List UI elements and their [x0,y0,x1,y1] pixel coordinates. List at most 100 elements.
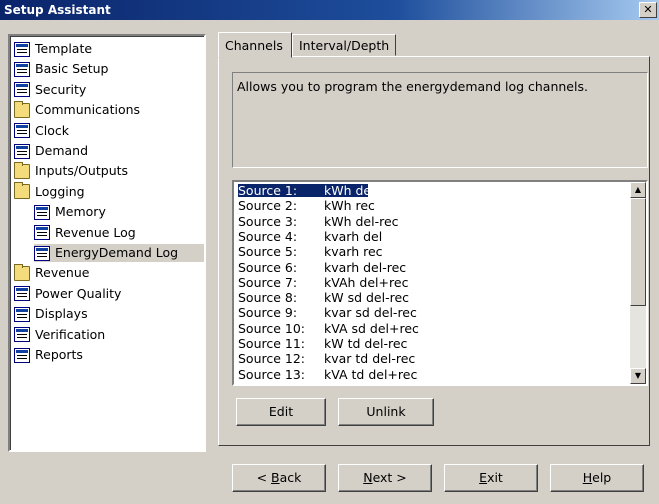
tab-interval-depth[interactable]: Interval/Depth [292,34,396,56]
tree-item-label: Power Quality [35,285,122,301]
back-suffix: ack [279,470,302,485]
back-button[interactable]: < Back [232,464,326,492]
list-item[interactable]: Source 10: kVA sd del+rec [238,322,419,335]
list-item[interactable]: Source 8: kW sd del-rec [238,291,409,304]
tree-item-label: Revenue [35,265,90,281]
list-item[interactable]: Source 7: kVAh del+rec [238,276,408,289]
source-value: kvar td del-rec [324,351,416,367]
source-value: kVA sd del+rec [324,320,419,336]
source-label: Source 7: [238,274,298,290]
tree-item-label: Template [35,41,93,56]
tree-item-verification[interactable]: Verification [14,326,105,344]
folder-icon [14,100,30,118]
tree-item-revenue-log[interactable]: Revenue Log [34,224,136,242]
tree-item-communications[interactable]: Communications [14,100,141,119]
next-button[interactable]: Next > [338,464,432,492]
scroll-down-icon[interactable]: ▼ [630,368,646,384]
exit-suffix: xit [487,470,503,485]
close-button[interactable]: ✕ [639,2,657,18]
document-icon [14,306,30,322]
source-value: kWh del-rec [324,213,399,229]
source-label: Source 6: [238,259,298,275]
edit-button-label: Edit [268,404,294,419]
source-value: kW td del-rec [324,336,408,351]
tab-channels[interactable]: Channels [218,32,292,58]
tree-item-basic-setup[interactable]: Basic Setup [14,60,108,78]
source-label: Source 4: [238,228,298,244]
list-item[interactable]: Source 13: kVA td del+rec [238,368,417,381]
unlink-button-label: Unlink [366,404,406,419]
document-icon [14,82,30,98]
source-label: Source 12: [238,351,306,367]
source-value: kVAh del+rec [324,274,409,290]
source-label: Source 13: [238,366,306,382]
tree-item-inputs-outputs[interactable]: Inputs/Outputs [14,161,129,180]
tab-interval-depth-label: Interval/Depth [299,38,390,53]
tree-item-label: Reports [35,347,83,362]
tree-item-label: Communications [35,102,141,118]
tree-item-logging[interactable]: Logging [14,182,85,201]
list-item[interactable]: Source 5: kvarh rec [238,245,383,258]
source-label: Source 3: [238,213,298,229]
tree-item-label: Basic Setup [35,61,109,77]
list-item[interactable]: Source 6: kvarh del-rec [238,261,406,274]
tree-item-label: Clock [35,122,69,138]
document-icon [14,327,30,343]
tree-item-label: Demand [35,143,89,158]
back-prefix: < [256,470,272,485]
help-mnemonic: H [582,470,593,485]
document-icon [14,143,30,159]
source-label: Source 10: [238,320,306,336]
source-value: kvar sd del-rec [324,305,417,321]
tree-item-template[interactable]: Template [14,40,92,58]
source-value: kvarh rec [324,244,383,260]
tree-item-energydemand-log[interactable]: EnergyDemand Log [34,244,204,262]
list-scrollbar[interactable]: ▲ ▼ [630,182,646,384]
unlink-button[interactable]: Unlink [338,398,434,426]
tree-item-label: EnergyDemand Log [55,245,179,260]
help-button[interactable]: Help [550,464,644,492]
setup-tree[interactable]: Template Basic Setup Security Communication… [8,34,206,452]
source-label: Source 5: [238,244,298,260]
tree-item-label: Security [35,81,87,97]
document-icon [14,286,30,302]
list-item[interactable]: Source 12: kvar td del-rec [238,352,415,365]
tree-item-security[interactable]: Security [14,81,86,99]
document-icon [34,204,50,220]
scroll-up-icon[interactable]: ▲ [630,182,646,198]
tree-item-label: Inputs/Outputs [35,163,129,179]
list-item[interactable]: Source 11: kW td del-rec [238,337,407,350]
tree-item-demand[interactable]: Demand [14,142,88,160]
list-item[interactable]: Source 4: kvarh del [238,230,382,243]
list-item[interactable]: Source 2: kWh rec [238,199,375,212]
document-icon [14,41,30,57]
list-item[interactable]: Source 9: kvar sd del-rec [238,306,417,319]
exit-mnemonic: E [479,470,488,485]
document-icon [14,61,30,77]
list-item[interactable]: Source 3: kWh del-rec [238,215,399,228]
source-value: kWh del [324,183,375,198]
tree-item-power-quality[interactable]: Power Quality [14,285,121,303]
tree-item-label: Verification [35,326,106,342]
tree-item-reports[interactable]: Reports [14,346,83,364]
folder-icon [14,182,30,200]
document-icon [34,245,50,261]
list-item[interactable]: Source 1: kWh del [237,183,375,198]
source-value: kVA td del+rec [324,366,418,382]
title-bar: Setup Assistant ✕ [0,0,659,20]
source-value: kvarh del [324,228,383,244]
edit-button[interactable]: Edit [236,398,326,426]
source-value: kWh rec [324,198,375,214]
window-title: Setup Assistant [4,3,111,17]
source-value: kW sd del-rec [324,290,410,306]
scroll-thumb[interactable] [630,198,646,306]
source-label: Source 2: [238,198,298,214]
tree-item-revenue[interactable]: Revenue [14,263,90,282]
exit-button[interactable]: Exit [444,464,538,492]
tree-item-memory[interactable]: Memory [34,203,106,221]
tree-item-clock[interactable]: Clock [14,122,69,140]
tree-item-displays[interactable]: Displays [14,305,88,323]
source-list[interactable]: Source 13: kVA td del+rec Source 12: kvar t… [232,180,648,386]
tree-item-label: Memory [55,204,106,220]
tree-item-label: Revenue Log [55,224,136,240]
